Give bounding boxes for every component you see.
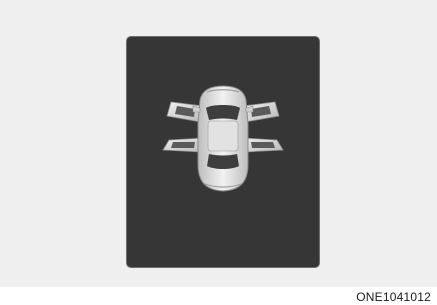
rear-left-door (162, 137, 204, 153)
rear-right-door (242, 137, 284, 153)
figure-code: ONE1041012 (356, 290, 431, 304)
door-open-car-icon (162, 85, 284, 192)
car-body (192, 85, 254, 192)
